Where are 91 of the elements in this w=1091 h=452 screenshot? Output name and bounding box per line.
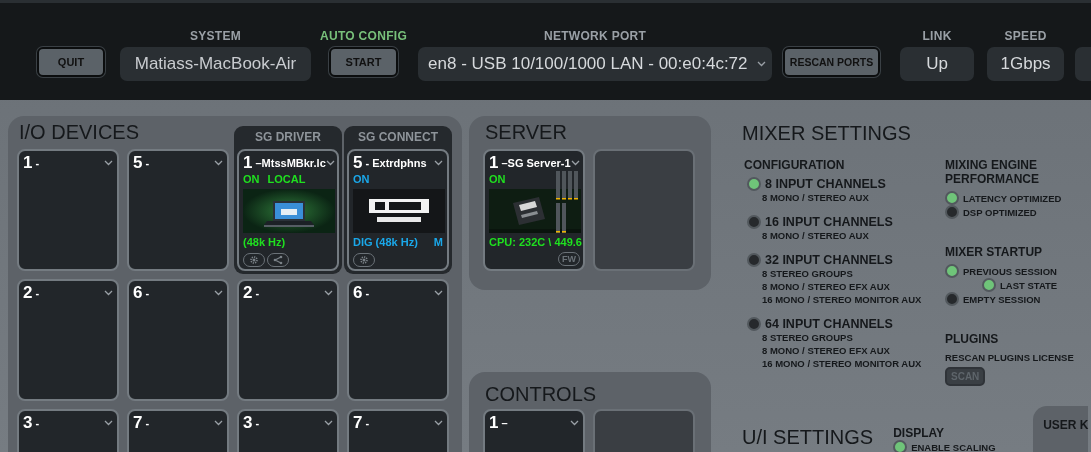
option-detail: 8 MONO / STEREO EFX AUX bbox=[762, 280, 891, 293]
field-label: SPEED bbox=[1004, 29, 1047, 45]
group-title: MIXER STARTUP bbox=[945, 245, 1044, 259]
option-label: LATENCY OPTIMIZED bbox=[963, 191, 1062, 205]
device-card[interactable]: 2 - bbox=[237, 279, 339, 401]
slot-number: 1 bbox=[243, 153, 253, 173]
panel-title: CONTROLS bbox=[485, 382, 597, 407]
option-detail: 8 MONO / STEREO EFX AUX bbox=[762, 344, 891, 357]
field-label: AUTO CONFIG bbox=[320, 29, 408, 45]
option-label: ENABLE SCALING bbox=[911, 440, 996, 452]
device-name: –SG Server-1 bbox=[501, 157, 571, 169]
device-name: - bbox=[145, 417, 151, 429]
slot-number: 3 bbox=[23, 413, 33, 433]
field-label: LINK bbox=[922, 29, 952, 45]
device-card[interactable]: 6 - bbox=[127, 279, 229, 401]
link-field: Up bbox=[900, 47, 975, 81]
device-name: - bbox=[145, 287, 151, 299]
group-title: DISPLAY bbox=[893, 426, 946, 440]
slot-number: 1 bbox=[23, 153, 33, 173]
status-text: ON bbox=[243, 173, 260, 187]
option-label: 16 INPUT CHANNELS bbox=[765, 215, 893, 229]
speed-field: 1Gbps bbox=[987, 47, 1065, 81]
group-title: PLUGINS bbox=[945, 332, 1000, 346]
column-header: SG CONNECT bbox=[357, 129, 439, 146]
option-label: EMPTY SESSION bbox=[963, 292, 1041, 306]
option-detail: 8 MONO / STEREO AUX bbox=[762, 191, 870, 204]
network-port-dropdown[interactable]: en8 - USB 10/100/1000 LAN - 00:e0:4c:72 bbox=[418, 47, 773, 81]
panel-title: USER K bbox=[1043, 418, 1089, 432]
rate-text: CPU: 232C \ 449.6 bbox=[489, 235, 582, 250]
option-detail: 8 STEREO GROUPS bbox=[762, 331, 854, 344]
section-title: U/I SETTINGS bbox=[742, 425, 874, 450]
slot-number: 6 bbox=[133, 283, 143, 303]
plugins-text: RESCAN PLUGINS LICENSE bbox=[945, 351, 1075, 364]
panel-title: SERVER bbox=[485, 120, 567, 145]
system-field: Matiass-MacBook-Air bbox=[120, 47, 311, 81]
rate-text: DIG (48k Hz) bbox=[353, 235, 418, 250]
device-card[interactable]: 1 –MtssMBkr.lc ON LOCAL (48k Hz) bbox=[237, 149, 339, 271]
device-card[interactable]: 3 - bbox=[237, 409, 339, 452]
device-card[interactable]: 6 - bbox=[347, 279, 449, 401]
device-card[interactable]: 5 - bbox=[127, 149, 229, 271]
device-name: - bbox=[35, 287, 41, 299]
field-label: SYSTEM bbox=[189, 29, 242, 45]
device-name: - bbox=[255, 287, 261, 299]
option-label: 64 INPUT CHANNELS bbox=[765, 317, 893, 331]
device-card[interactable]: 1 –SG Server-1 ON CPU: 232C \ 449.6 FW bbox=[483, 149, 585, 271]
section-title: MIXER SETTINGS bbox=[742, 121, 912, 146]
group-title: MIXING ENGINE PERFORMANCE bbox=[945, 158, 1040, 186]
device-card[interactable]: 3 - bbox=[17, 409, 119, 452]
column-header: SG DRIVER bbox=[254, 129, 322, 146]
option-label: PREVIOUS SESSION bbox=[963, 264, 1057, 278]
device-name: – bbox=[501, 417, 509, 429]
option-detail: 16 MONO / STEREO MONITOR AUX bbox=[762, 357, 923, 370]
device-name: - bbox=[255, 417, 261, 429]
slot-number: 5 bbox=[353, 153, 363, 173]
slot-number: 7 bbox=[133, 413, 143, 433]
device-card[interactable]: 7 - bbox=[127, 409, 229, 452]
field-label: NETWORK PORT bbox=[543, 29, 647, 45]
option-label: LAST STATE bbox=[1000, 278, 1058, 292]
slot-number: 7 bbox=[353, 413, 363, 433]
device-name: –MtssMBkr.lc bbox=[255, 157, 326, 169]
device-name: - Extrdphns bbox=[365, 157, 428, 169]
device-card[interactable]: 7 - bbox=[347, 409, 449, 452]
panel-title: I/O DEVICES bbox=[19, 120, 140, 145]
option-label: 32 INPUT CHANNELS bbox=[765, 253, 893, 267]
mode-indicator: M bbox=[433, 235, 443, 250]
option-detail: 8 STEREO GROUPS bbox=[762, 267, 854, 280]
device-card[interactable]: 5 - Extrdphns ON DIG (48k Hz) M bbox=[347, 149, 449, 271]
device-card[interactable]: 2 - bbox=[17, 279, 119, 401]
slot-number: 5 bbox=[133, 153, 143, 173]
slot-number: 1 bbox=[489, 413, 499, 433]
slot-number: 1 bbox=[489, 153, 499, 173]
option-label: DSP OPTIMIZED bbox=[963, 205, 1037, 219]
device-name: - bbox=[35, 417, 41, 429]
option-detail: 16 MONO / STEREO MONITOR AUX bbox=[762, 293, 923, 306]
slot-number: 3 bbox=[243, 413, 253, 433]
device-card[interactable]: 1 – bbox=[483, 409, 585, 452]
option-label: 8 INPUT CHANNELS bbox=[765, 177, 886, 191]
device-name: - bbox=[365, 417, 371, 429]
group-title: CONFIGURATION bbox=[744, 158, 846, 172]
status-text: ON bbox=[353, 173, 370, 187]
rate-text: (48k Hz) bbox=[243, 235, 286, 250]
status-text: LOCAL bbox=[267, 173, 306, 187]
slot-number: 6 bbox=[353, 283, 363, 303]
status-text: ON bbox=[489, 173, 506, 187]
slot-number: 2 bbox=[243, 283, 253, 303]
slot-number: 2 bbox=[23, 283, 33, 303]
device-name: - bbox=[35, 157, 41, 169]
device-name: - bbox=[365, 287, 371, 299]
device-card[interactable]: 1 - bbox=[17, 149, 119, 271]
device-name: - bbox=[145, 157, 151, 169]
option-detail: 8 MONO / STEREO AUX bbox=[762, 229, 870, 242]
